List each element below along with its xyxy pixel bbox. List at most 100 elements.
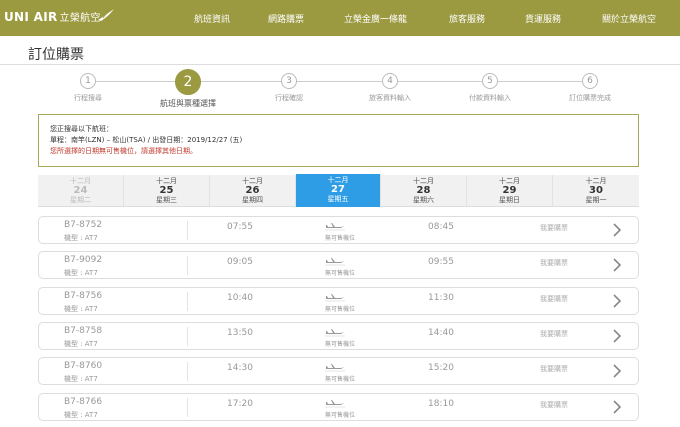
aircraft-type: 機型 : AT7 [64, 305, 98, 313]
date-tab[interactable]: 十二月 30 星期一 [553, 175, 639, 206]
chevron-right-icon[interactable] [612, 258, 622, 272]
column-divider [187, 398, 188, 417]
top-nav-bar: UNI AIR 立榮航空 航班資訊 網路購票 立榮金廣一條龍 旅客服務 貨運服務 … [0, 0, 680, 36]
search-info-route: 單程：南竿(LZN) – 松山(TSA) / 出發日期：2019/12/27 (… [50, 136, 243, 144]
brand-name-en: UNI AIR [4, 10, 58, 24]
nav-passenger-service[interactable]: 旅客服務 [449, 12, 485, 25]
seat-status: 無可售機位 [325, 341, 356, 348]
date-selector: 十二月 24 星期二 十二月 25 星期三 十二月 26 星期四 十二月 27 … [38, 174, 639, 207]
airplane-icon [325, 329, 345, 337]
search-info-box: 您正搜尋以下航班： 單程：南竿(LZN) – 松山(TSA) / 出發日期：20… [38, 114, 639, 167]
flight-row[interactable]: B7-8766 機型 : AT7 17:20 無可售機位 18:10 我要購票 [38, 393, 639, 421]
date-month: 十二月 [70, 177, 91, 185]
buy-ticket-button[interactable]: 我要購票 [540, 294, 568, 304]
departure-time: 13:50 [227, 328, 253, 338]
no-seat-warning: 您所選擇的日期無可售機位，請選擇其他日期。 [50, 147, 197, 155]
date-month: 十二月 [585, 177, 607, 185]
arrival-time: 15:20 [428, 363, 454, 373]
seat-status: 無可售機位 [325, 376, 356, 383]
column-divider [187, 362, 188, 381]
date-tab[interactable]: 十二月 25 星期三 [124, 175, 210, 206]
page-title: 訂位購票 [28, 47, 84, 63]
buy-ticket-button[interactable]: 我要購票 [540, 329, 568, 339]
nav-about[interactable]: 關於立榮航空 [602, 12, 656, 25]
aircraft-type: 機型 : AT7 [64, 234, 98, 242]
date-day: 26 [245, 185, 260, 196]
departure-time: 14:30 [227, 363, 253, 373]
search-info-heading: 您正搜尋以下航班： [50, 125, 113, 133]
chevron-right-icon[interactable] [612, 294, 622, 308]
column-divider [187, 221, 188, 240]
flight-row[interactable]: B7-8758 機型 : AT7 13:50 無可售機位 14:40 我要購票 [38, 322, 639, 350]
arrival-time: 11:30 [428, 293, 454, 303]
airplane-icon [325, 223, 345, 231]
step-1: 1 行程搜尋 [38, 73, 138, 103]
date-month: 十二月 [499, 177, 520, 185]
aircraft-type: 機型 : AT7 [64, 340, 98, 348]
step-label: 訂位購票完成 [569, 94, 611, 102]
step-label: 行程搜尋 [74, 94, 102, 102]
date-day: 28 [416, 185, 431, 196]
step-4: 4 旅客資料輸入 [340, 73, 440, 103]
title-divider [0, 64, 680, 65]
chevron-right-icon[interactable] [612, 223, 622, 237]
nav-online-booking[interactable]: 網路購票 [268, 12, 304, 25]
nav-kinmen-package[interactable]: 立榮金廣一條龍 [344, 12, 407, 25]
flight-number: B7-8758 [64, 326, 103, 336]
seat-status: 無可售機位 [325, 412, 356, 419]
flight-row[interactable]: B7-8756 機型 : AT7 10:40 無可售機位 11:30 我要購票 [38, 287, 639, 315]
departure-time: 17:20 [227, 399, 253, 409]
flight-row[interactable]: B7-8752 機型 : AT7 07:55 無可售機位 08:45 我要購票 [38, 216, 639, 244]
buy-ticket-button[interactable]: 我要購票 [540, 258, 568, 268]
step-label: 行程確認 [275, 94, 303, 102]
flight-row[interactable]: B7-9092 機型 : AT7 09:05 無可售機位 09:55 我要購票 [38, 251, 639, 279]
date-tab[interactable]: 十二月 28 星期六 [381, 175, 467, 206]
airplane-icon [325, 364, 345, 372]
date-weekday: 星期三 [156, 196, 177, 204]
buy-ticket-button[interactable]: 我要購票 [540, 364, 568, 374]
brand-logo[interactable]: UNI AIR 立榮航空 [4, 9, 101, 24]
column-divider [187, 256, 188, 275]
airplane-icon [325, 258, 345, 266]
date-tab[interactable]: 十二月 29 星期日 [467, 175, 553, 206]
nav-flight-info[interactable]: 航班資訊 [194, 12, 230, 25]
date-weekday: 星期二 [70, 196, 91, 204]
brand-name-zh: 立榮航空 [59, 13, 101, 24]
step-number: 3 [281, 73, 297, 89]
step-3: 3 行程確認 [239, 73, 339, 103]
step-label: 航班與票種選擇 [160, 99, 216, 108]
flight-row[interactable]: B7-8760 機型 : AT7 14:30 無可售機位 15:20 我要購票 [38, 357, 639, 385]
step-label: 付款資料輸入 [469, 94, 511, 102]
date-weekday: 星期日 [499, 196, 520, 204]
step-6: 6 訂位購票完成 [540, 73, 640, 103]
step-number: 4 [382, 73, 398, 89]
date-weekday: 星期四 [242, 196, 263, 204]
airplane-icon [325, 294, 345, 302]
date-weekday: 星期一 [585, 196, 607, 204]
date-tab[interactable]: 十二月 26 星期四 [210, 175, 296, 206]
column-divider [187, 292, 188, 311]
chevron-right-icon[interactable] [612, 400, 622, 414]
aircraft-type: 機型 : AT7 [64, 375, 98, 383]
flight-number: B7-8752 [64, 220, 103, 230]
flight-number: B7-8756 [64, 291, 103, 301]
step-label: 旅客資料輸入 [369, 94, 411, 102]
departure-time: 09:05 [227, 257, 253, 267]
buy-ticket-button[interactable]: 我要購票 [540, 400, 568, 410]
arrival-time: 14:40 [428, 328, 454, 338]
chevron-right-icon[interactable] [612, 364, 622, 378]
date-weekday: 星期六 [413, 196, 434, 204]
date-day: 30 [589, 185, 603, 196]
departure-time: 07:55 [227, 222, 253, 232]
step-number: 6 [582, 73, 598, 89]
nav-cargo-service[interactable]: 貨運服務 [525, 12, 561, 25]
aircraft-type: 機型 : AT7 [64, 269, 98, 277]
flight-number: B7-8760 [64, 361, 103, 371]
step-5: 5 付款資料輸入 [440, 73, 540, 103]
arrival-time: 08:45 [428, 222, 454, 232]
date-tab: 十二月 24 星期二 [38, 175, 124, 206]
date-tab-selected[interactable]: 十二月 27 星期五 [296, 174, 381, 207]
seat-status: 無可售機位 [325, 235, 356, 242]
buy-ticket-button[interactable]: 我要購票 [540, 223, 568, 233]
chevron-right-icon[interactable] [612, 329, 622, 343]
